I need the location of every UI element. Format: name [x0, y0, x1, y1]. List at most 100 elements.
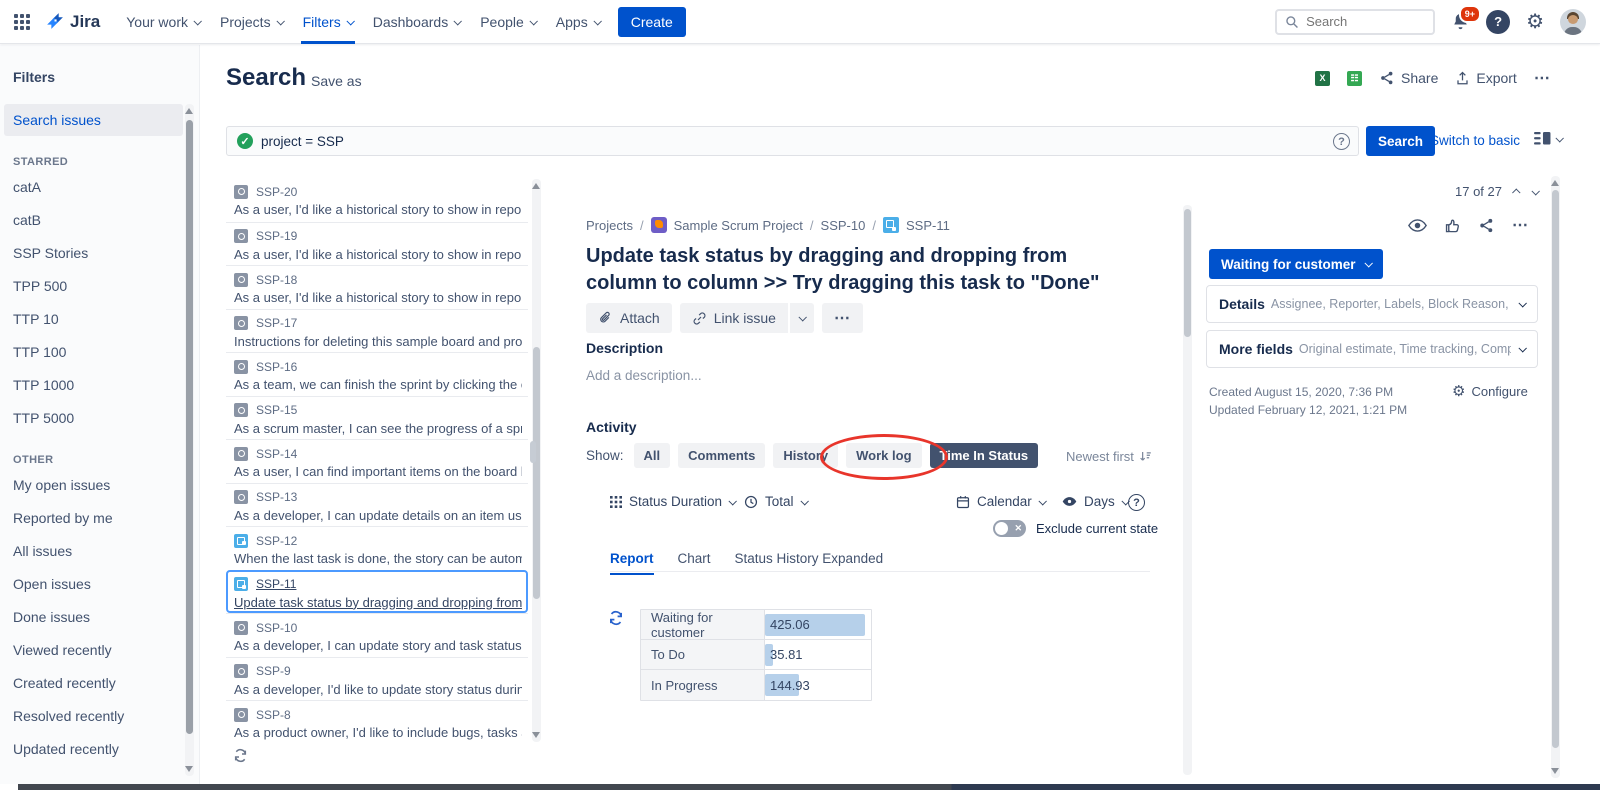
exclude-current-state-toggle[interactable]: ✕ Exclude current state	[993, 520, 1158, 537]
breadcrumb-projects[interactable]: Projects	[586, 218, 633, 233]
tis-help-icon[interactable]: ?	[1128, 494, 1145, 511]
nav-dashboards[interactable]: Dashboards	[363, 0, 471, 44]
breadcrumb-current-issue[interactable]: SSP-11	[906, 218, 950, 233]
sidebar-item-ssp-stories[interactable]: SSP Stories	[0, 236, 199, 269]
unit-dropdown[interactable]: Days	[1062, 494, 1128, 509]
sidebar-item-viewed-recently[interactable]: Viewed recently	[0, 633, 199, 666]
sidebar-item-search-issues[interactable]: Search issues	[4, 104, 183, 136]
detail-pane-scrollbar[interactable]	[1183, 205, 1192, 775]
attach-button[interactable]: Attach	[586, 303, 672, 333]
page-scrollbar[interactable]	[1551, 176, 1560, 778]
share-button[interactable]: Share	[1379, 70, 1438, 86]
list-item[interactable]: SSP-15As a scrum master, I can see the p…	[226, 396, 528, 440]
sidebar-heading-starred: STARRED	[0, 136, 199, 170]
list-item[interactable]: SSP-12When the last task is done, the st…	[226, 526, 528, 570]
toggle-off[interactable]: ✕	[993, 520, 1026, 537]
sidebar-item-catb[interactable]: catB	[0, 203, 199, 236]
breadcrumb-parent-issue[interactable]: SSP-10	[821, 218, 866, 233]
sidebar-item-done-issues[interactable]: Done issues	[0, 600, 199, 633]
filter-all[interactable]: All	[634, 443, 671, 468]
sidebar-item-resolved-recently[interactable]: Resolved recently	[0, 699, 199, 732]
global-search[interactable]	[1275, 9, 1435, 35]
sort-control[interactable]: Newest first	[1066, 449, 1152, 464]
list-item[interactable]: SSP-16As a team, we can finish the sprin…	[226, 352, 528, 396]
calendar-dropdown[interactable]: Calendar	[956, 494, 1045, 509]
filter-history[interactable]: History	[773, 443, 838, 468]
sidebar-item-updated-recently[interactable]: Updated recently	[0, 732, 199, 765]
jql-help-icon[interactable]: ?	[1333, 133, 1350, 150]
save-as-link[interactable]: Save as	[311, 73, 362, 89]
sidebar-item-open-issues[interactable]: Open issues	[0, 567, 199, 600]
list-item[interactable]: SSP-18As a user, I'd like a historical s…	[226, 265, 528, 309]
nav-apps[interactable]: Apps	[546, 0, 610, 44]
sidebar-item-created-recently[interactable]: Created recently	[0, 666, 199, 699]
issue-more-button[interactable]: ⋯	[822, 303, 863, 333]
sidebar-item-cata[interactable]: catA	[0, 170, 199, 203]
filter-comments[interactable]: Comments	[678, 443, 765, 468]
list-item[interactable]: SSP-20As a user, I'd like a historical s…	[226, 178, 528, 222]
sidebar-item-reported-by-me[interactable]: Reported by me	[0, 501, 199, 534]
nav-people[interactable]: People	[470, 0, 546, 44]
jira-logo[interactable]: Jira	[44, 11, 100, 32]
list-item[interactable]: SSP-8As a product owner, I'd like to inc…	[226, 700, 528, 744]
report-refresh-icon[interactable]	[608, 610, 624, 626]
link-issue-dropdown[interactable]	[790, 303, 814, 333]
list-refresh-icon[interactable]	[233, 748, 248, 763]
google-sheets-export-icon[interactable]: ☷	[1347, 71, 1362, 86]
excel-export-icon[interactable]: X	[1315, 71, 1330, 86]
nav-projects[interactable]: Projects	[210, 0, 293, 44]
link-issue-button[interactable]: Link issue	[680, 303, 788, 333]
settings-gear-icon[interactable]: ⚙	[1526, 12, 1544, 32]
issue-more-actions-icon[interactable]: ⋯	[1512, 215, 1529, 235]
share-icon[interactable]	[1478, 217, 1495, 234]
watch-eye-icon[interactable]	[1408, 219, 1427, 232]
app-switcher-icon[interactable]	[14, 14, 30, 30]
header-more-icon[interactable]: ⋯	[1534, 68, 1551, 88]
breadcrumb-project[interactable]: Sample Scrum Project	[674, 218, 803, 233]
status-duration-dropdown[interactable]: Status Duration	[610, 494, 735, 509]
pane-resize-handle[interactable]	[530, 441, 536, 463]
export-button[interactable]: Export	[1455, 70, 1516, 86]
filter-work-log[interactable]: Work log	[846, 443, 921, 468]
next-issue-icon[interactable]	[1531, 187, 1539, 195]
list-item[interactable]: SSP-14As a user, I can find important it…	[226, 439, 528, 483]
search-button[interactable]: Search	[1366, 126, 1435, 156]
sidebar-scrollbar[interactable]	[185, 104, 194, 776]
sidebar-item-all-issues[interactable]: All issues	[0, 534, 199, 567]
header-actions: X ☷ Share Export ⋯	[1315, 68, 1551, 88]
vote-thumbs-up-icon[interactable]	[1444, 217, 1461, 234]
sidebar-item-tpp-500[interactable]: TPP 500	[0, 269, 199, 302]
nav-filters[interactable]: Filters	[293, 0, 363, 44]
sidebar-item-ttp-5000[interactable]: TTP 5000	[0, 401, 199, 434]
list-item[interactable]: SSP-9As a developer, I'd like to update …	[226, 657, 528, 701]
list-item[interactable]: SSP-10As a developer, I can update story…	[226, 613, 528, 657]
sidebar-item-ttp-10[interactable]: TTP 10	[0, 302, 199, 335]
previous-issue-icon[interactable]	[1512, 188, 1520, 196]
global-search-input[interactable]	[1306, 14, 1416, 29]
issue-title[interactable]: Update task status by dragging and dropp…	[586, 243, 1142, 297]
user-avatar[interactable]	[1560, 9, 1586, 35]
sidebar-item-my-open-issues[interactable]: My open issues	[0, 468, 199, 501]
nav-your-work[interactable]: Your work	[116, 0, 210, 44]
create-button[interactable]: Create	[618, 7, 686, 37]
issue-actions: Attach Link issue ⋯	[586, 303, 863, 333]
filter-time-in-status[interactable]: Time In Status	[930, 443, 1039, 468]
help-icon[interactable]: ?	[1486, 10, 1510, 34]
description-placeholder[interactable]: Add a description...	[586, 368, 702, 383]
metric-dropdown[interactable]: Total	[744, 494, 807, 509]
notifications-bell-icon[interactable]: 9+	[1451, 12, 1470, 31]
more-fields-panel-header[interactable]: More fields Original estimate, Time trac…	[1206, 330, 1538, 368]
switch-to-basic-link[interactable]: Switch to basic	[1430, 133, 1520, 148]
details-panel-header[interactable]: Details Assignee, Reporter, Labels, Bloc…	[1206, 285, 1538, 323]
sidebar-item-ttp-1000[interactable]: TTP 1000	[0, 368, 199, 401]
sidebar-item-ttp-100[interactable]: TTP 100	[0, 335, 199, 368]
status-dropdown-button[interactable]: Waiting for customer	[1209, 249, 1383, 279]
list-item[interactable]: SSP-19As a user, I'd like a historical s…	[226, 222, 528, 266]
jql-query-input[interactable]: ✓ project = SSP ?	[226, 126, 1359, 156]
list-item[interactable]: SSP-13As a developer, I can update detai…	[226, 483, 528, 527]
layout-switcher[interactable]	[1534, 131, 1562, 146]
configure-button[interactable]: ⚙ Configure	[1452, 384, 1528, 399]
list-item[interactable]: SSP-17Instructions for deleting this sam…	[226, 309, 528, 353]
list-item-selected[interactable]: SSP-11Update task status by dragging and…	[226, 570, 528, 614]
list-item-partial[interactable]	[226, 744, 528, 745]
